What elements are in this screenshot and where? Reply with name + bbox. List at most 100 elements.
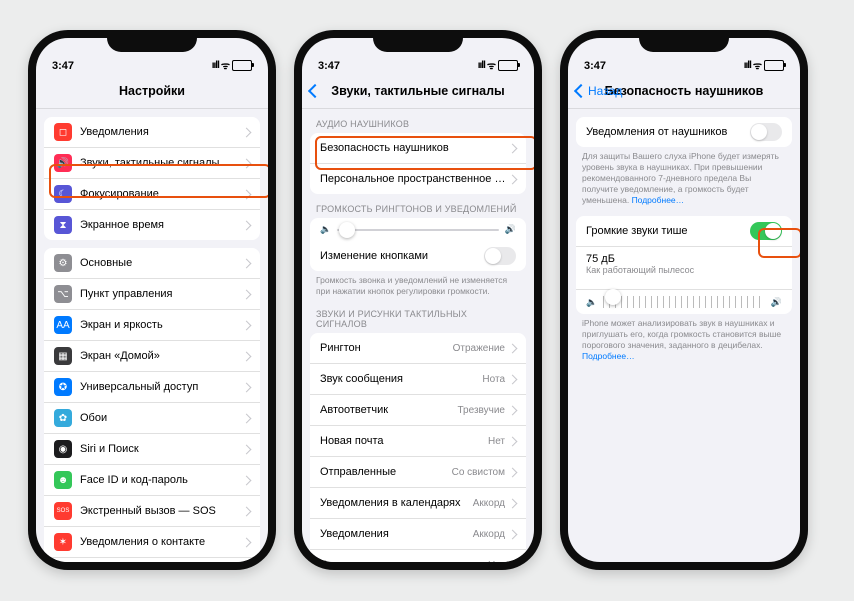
learn-more-link[interactable]: Подробнее…	[632, 195, 685, 205]
settings-row[interactable]: SOSЭкстренный вызов — SOS	[44, 496, 260, 527]
change-with-buttons-row[interactable]: Изменение кнопками	[310, 241, 526, 271]
row-icon: ◉	[54, 440, 72, 458]
headphone-notifications-label: Уведомления от наушников	[586, 126, 750, 138]
chevron-right-icon	[242, 289, 252, 299]
chevron-right-icon	[508, 560, 518, 562]
headphone-notifications-toggle[interactable]	[750, 123, 782, 141]
list-row[interactable]: Уведомления в календаряхАккорд	[310, 488, 526, 519]
list-row[interactable]: Звук сообщенияНота	[310, 364, 526, 395]
battery-icon	[498, 60, 518, 71]
chevron-right-icon	[242, 475, 252, 485]
settings-row[interactable]: AAЭкран и яркость	[44, 310, 260, 341]
list-row[interactable]: Новая почтаНет	[310, 426, 526, 457]
row-label: Экран «Домой»	[80, 350, 243, 362]
chevron-right-icon	[508, 174, 518, 184]
db-slider-row[interactable]: 🔈 🔊	[576, 290, 792, 314]
row-icon: ◻	[54, 123, 72, 141]
settings-row[interactable]: ◻ Уведомления	[44, 117, 260, 148]
row-value: Аккорд	[473, 498, 505, 509]
row-label: Безопасность наушников	[320, 142, 509, 154]
volume-group: 🔈 🔊 Изменение кнопками	[310, 218, 526, 271]
row-label: Фокусирование	[80, 188, 243, 200]
chevron-right-icon	[508, 467, 518, 477]
db-value: 75 дБ	[586, 253, 615, 265]
nav-bar: Назад Безопасность наушников	[568, 74, 800, 109]
row-label: Звук сообщения	[320, 373, 482, 385]
row-label: Уведомления	[320, 528, 473, 540]
phone-settings: 3:47 ııll ᯤ Настройки ◻Уведомления🔊Звуки…	[28, 30, 276, 570]
list-row[interactable]: Персональное пространственное ау…	[310, 164, 526, 194]
learn-more-link-2[interactable]: Подробнее…	[582, 351, 635, 361]
settings-row[interactable]: ⚙Основные	[44, 248, 260, 279]
row-label: Отклик клавиатуры	[320, 559, 488, 562]
chevron-right-icon	[242, 127, 252, 137]
status-time: 3:47	[584, 60, 606, 72]
settings-row[interactable]: ✶Уведомления о контакте	[44, 527, 260, 558]
row-icon: ✪	[54, 378, 72, 396]
chevron-right-icon	[508, 436, 518, 446]
change-with-buttons-label: Изменение кнопками	[320, 250, 484, 262]
row-label: Экстренный вызов — SOS	[80, 505, 243, 517]
chevron-right-icon	[242, 382, 252, 392]
speaker-low-icon: 🔈	[586, 297, 597, 308]
group-header-patterns: ЗВУКИ И РИСУНКИ ТАКТИЛЬНЫХ СИГНАЛОВ	[302, 299, 534, 333]
chevron-right-icon	[508, 374, 518, 384]
settings-row[interactable]: ⌥ Пункт управления	[44, 279, 260, 310]
reduce-loud-sounds-toggle[interactable]	[750, 222, 782, 240]
ringer-slider-row[interactable]: 🔈 🔊	[310, 218, 526, 241]
chevron-right-icon	[508, 405, 518, 415]
settings-row[interactable]: ▦ Экран «Домой»	[44, 341, 260, 372]
wifi-icon: ᯤ	[753, 58, 762, 72]
list-row[interactable]: УведомленияАккорд	[310, 519, 526, 550]
list-row[interactable]: РингтонОтражение	[310, 333, 526, 364]
settings-row[interactable]: ✿Обои	[44, 403, 260, 434]
settings-row[interactable]: 🔊Звуки, тактильные сигналы	[44, 148, 260, 179]
back-button[interactable]: Назад	[576, 84, 622, 98]
row-value: Отражение	[453, 343, 505, 354]
speaker-high-icon: 🔊	[505, 224, 516, 235]
row-label: Универсальный доступ	[80, 381, 243, 393]
notch	[639, 30, 729, 52]
settings-row[interactable]: ☾ Фокусирование	[44, 179, 260, 210]
settings-row[interactable]: ⧗Экранное время	[44, 210, 260, 240]
chevron-right-icon	[242, 413, 252, 423]
reduce-loud-sounds-label: Громкие звуки тише	[586, 225, 750, 237]
wifi-icon: ᯤ	[221, 58, 230, 72]
row-label: Обои	[80, 412, 243, 424]
chevron-right-icon	[508, 529, 518, 539]
back-button[interactable]	[310, 86, 320, 96]
headphone-notifications-row[interactable]: Уведомления от наушников	[576, 117, 792, 147]
page-title: Настройки	[119, 84, 185, 98]
chevron-right-icon	[242, 537, 252, 547]
db-slider[interactable]	[603, 296, 765, 308]
row-icon: ⌥	[54, 285, 72, 303]
row-label: Пункт управления	[80, 288, 243, 300]
row-label: Уведомления	[80, 126, 243, 138]
row-icon: ✶	[54, 533, 72, 551]
chevron-right-icon	[242, 258, 252, 268]
ringer-slider[interactable]	[337, 229, 499, 231]
row-value: Со свистом	[452, 467, 505, 478]
row-value: Трезвучие	[458, 405, 506, 416]
change-with-buttons-toggle[interactable]	[484, 247, 516, 265]
sound-patterns-group: РингтонОтражениеЗвук сообщенияНотаАвтоот…	[310, 333, 526, 562]
chevron-right-icon	[242, 158, 252, 168]
list-row[interactable]: Безопасность наушников	[310, 133, 526, 164]
row-icon: ☾	[54, 185, 72, 203]
list-row[interactable]: АвтоответчикТрезвучие	[310, 395, 526, 426]
battery-icon	[232, 60, 252, 71]
settings-row[interactable]: ▮Аккумулятор	[44, 558, 260, 562]
settings-row[interactable]: ✪ Универсальный доступ	[44, 372, 260, 403]
status-time: 3:47	[318, 60, 340, 72]
settings-row[interactable]: ☻Face ID и код-пароль	[44, 465, 260, 496]
row-icon: ▦	[54, 347, 72, 365]
list-row[interactable]: ОтправленныеСо свистом	[310, 457, 526, 488]
settings-group-2: ⚙Основные ⌥ Пункт управления AAЭкран и ярко…	[44, 248, 260, 562]
nav-bar: Настройки	[36, 74, 268, 109]
chevron-right-icon	[242, 444, 252, 454]
list-row[interactable]: Отклик клавиатурыНет	[310, 550, 526, 562]
back-label: Назад	[588, 84, 622, 98]
settings-group-1: ◻ Уведомления 🔊Звуки, тактильные сигналы ☾ Ф…	[44, 117, 260, 240]
settings-row[interactable]: ◉Siri и Поиск	[44, 434, 260, 465]
reduce-loud-sounds-row[interactable]: Громкие звуки тише	[576, 216, 792, 247]
